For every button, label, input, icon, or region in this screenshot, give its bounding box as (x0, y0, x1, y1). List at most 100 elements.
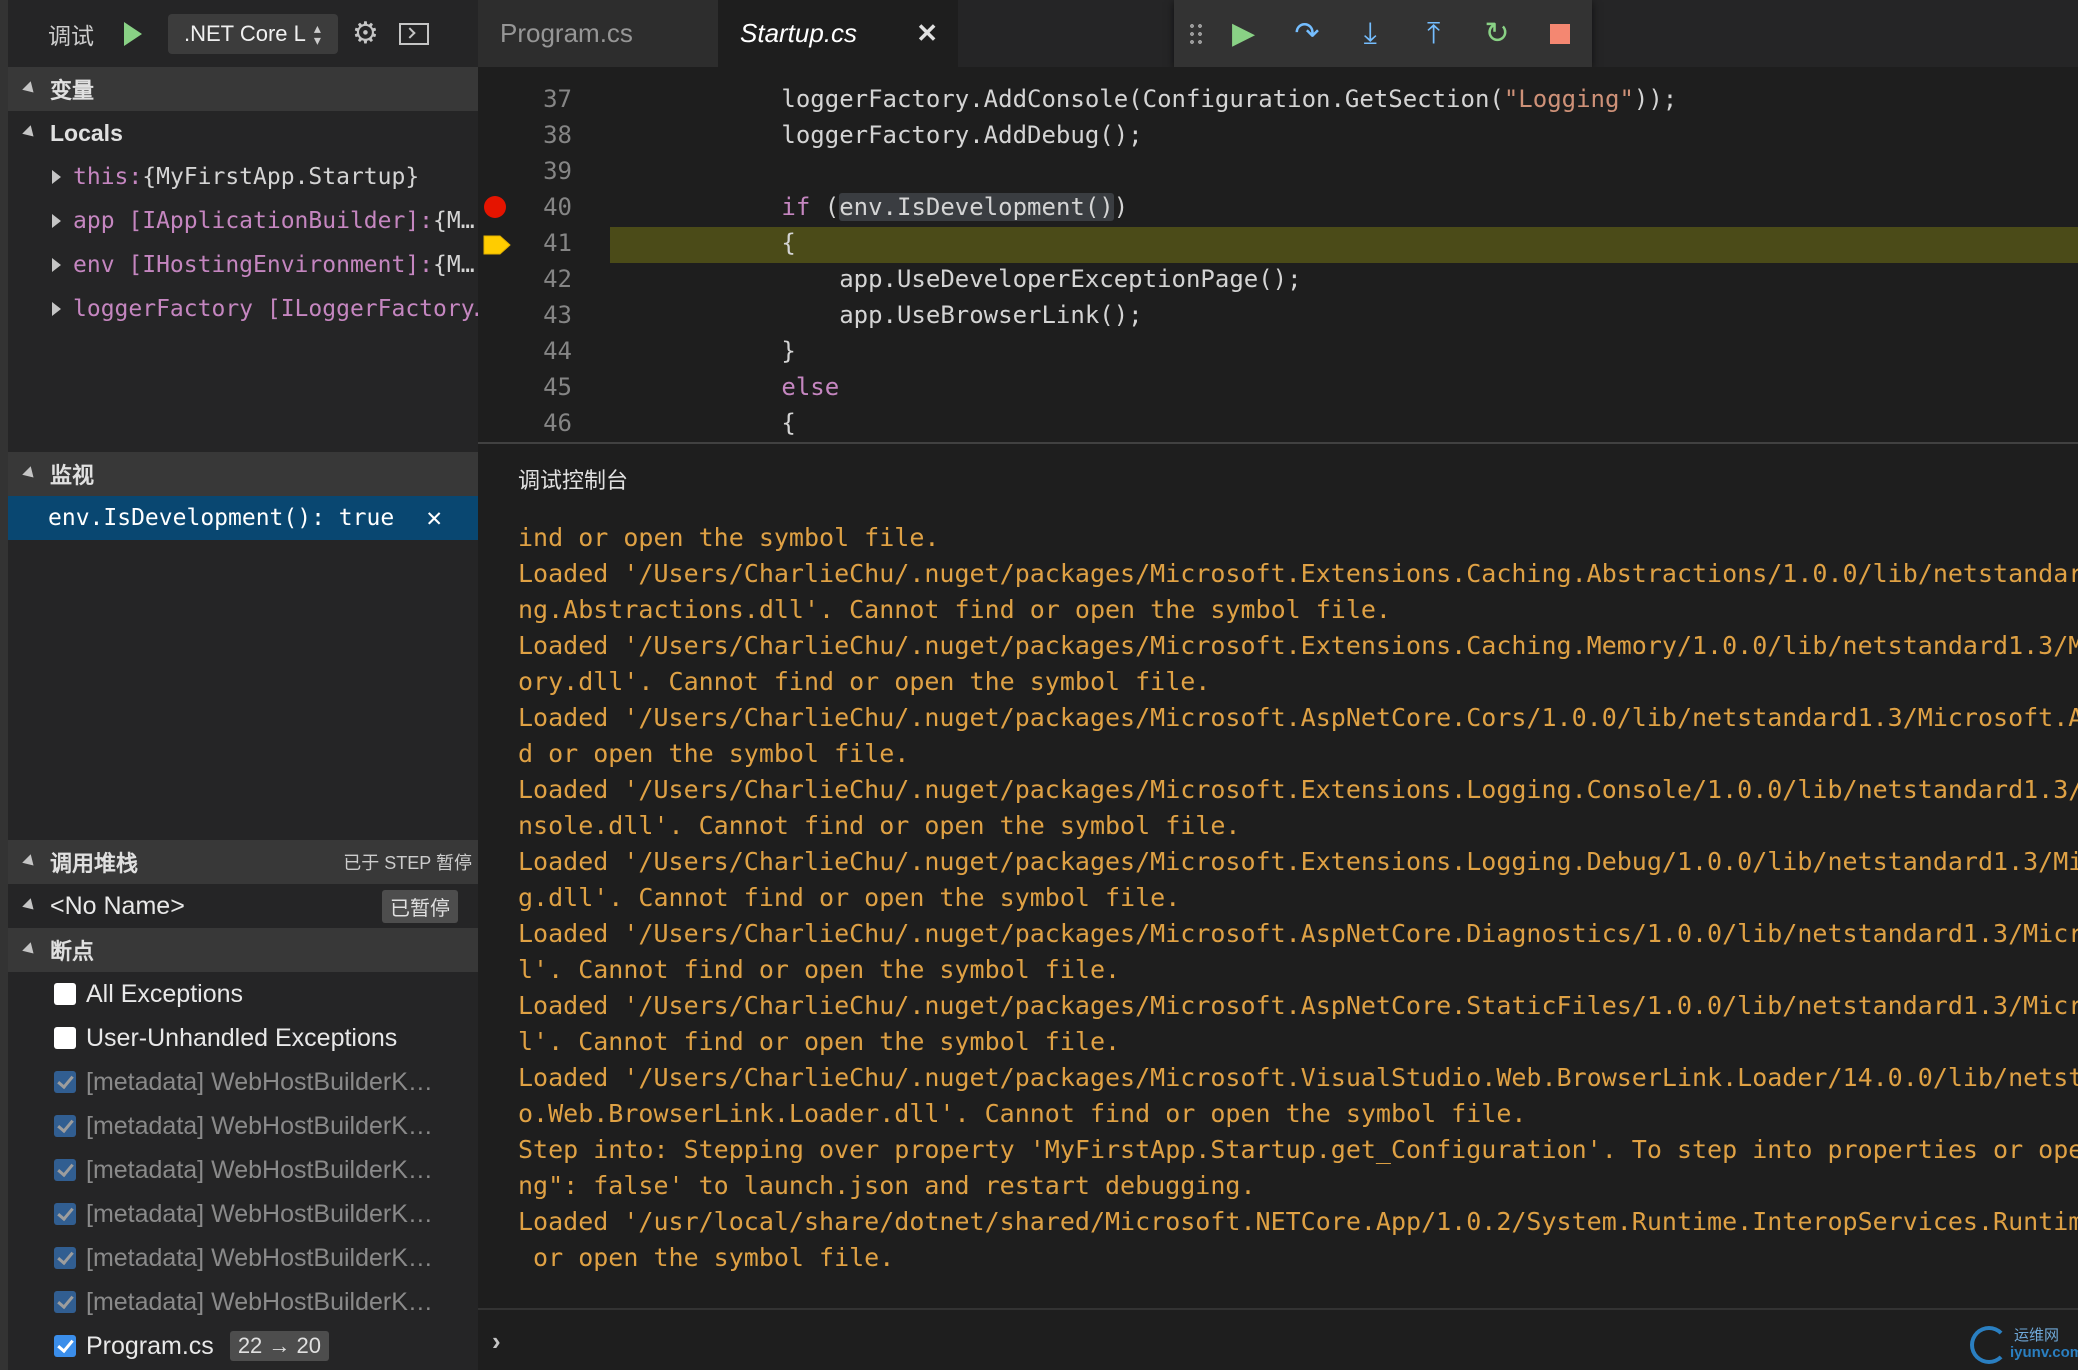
breakpoint-item[interactable]: [metadata] WebHostBuilderK… (8, 1236, 478, 1280)
watch-section-header[interactable]: 监视 (8, 452, 478, 496)
debug-console-title: 调试控制台 (518, 468, 629, 493)
chevron-down-icon (22, 942, 38, 958)
line-number: 46 (543, 409, 572, 437)
code-text: { (608, 229, 795, 257)
watermark-logo: 运维网 iyunv.com (1970, 1322, 2078, 1366)
continue-icon[interactable]: ▶ (1212, 0, 1275, 67)
restart-icon[interactable]: ↻ (1465, 0, 1528, 67)
breakpoint-checkbox[interactable] (54, 1071, 76, 1093)
start-debugging-icon[interactable] (124, 21, 142, 46)
watermark-text-cn: 运维网 (2014, 1327, 2060, 1344)
close-tab-icon[interactable]: ✕ (916, 18, 938, 49)
stop-button[interactable] (1529, 0, 1592, 67)
drag-handle-icon[interactable] (1188, 21, 1202, 46)
breakpoint-item[interactable]: [metadata] WebHostBuilderK… (8, 1060, 478, 1104)
activity-bar-strip (0, 0, 8, 1370)
code-line: 46 { (478, 405, 2078, 441)
line-number: 38 (543, 121, 572, 149)
breakpoint-checkbox[interactable] (54, 1159, 76, 1181)
console-line: Step into: Stepping over property 'MyFir… (518, 1135, 2078, 1164)
console-line: Loaded '/Users/CharlieChu/.nuget/package… (518, 919, 2078, 948)
tab-program-cs[interactable]: Program.cs (478, 0, 718, 67)
console-line: ind or open the symbol file. (518, 523, 940, 552)
code-line: 42 app.UseDeveloperExceptionPage(); (478, 261, 2078, 297)
breakpoint-item[interactable]: User-Unhandled Exceptions (8, 1016, 478, 1060)
code-token: env.IsDevelopment() (839, 193, 1114, 221)
step-out-icon[interactable]: ⤒ (1402, 0, 1465, 67)
variable-item[interactable]: this: {MyFirstApp.Startup} (8, 155, 478, 199)
breakpoints-section-header[interactable]: 断点 (8, 928, 478, 972)
console-line: Loaded '/Users/CharlieChu/.nuget/package… (518, 847, 2078, 876)
variable-item[interactable]: env [IHostingEnvironment]: {M… (8, 243, 478, 287)
breakpoint-item[interactable]: [metadata] WebHostBuilderK… (8, 1280, 478, 1324)
debug-controls-toolbar: ▶ ↷ ⤓ ⤒ ↻ (1174, 0, 1592, 67)
chevron-down-icon (22, 898, 38, 914)
remove-watch-icon[interactable]: ✕ (426, 503, 442, 533)
paused-badge: 已暂停 (382, 889, 458, 923)
watermark-text-domain: iyunv.com (2010, 1344, 2078, 1361)
breakpoint-checkbox[interactable] (54, 1335, 76, 1357)
code-token: )); (1633, 85, 1678, 113)
variable-item[interactable]: loggerFactory [ILoggerFactory… (8, 287, 478, 331)
debug-console-output[interactable]: ind or open the symbol file. Loaded '/Use… (478, 514, 2078, 1308)
tab-label: Program.cs (500, 18, 633, 48)
breakpoint-item[interactable]: [metadata] WebHostBuilderK… (8, 1148, 478, 1192)
breakpoint-label: [metadata] WebHostBuilderK… (86, 1111, 433, 1140)
debug-console-input[interactable]: › (478, 1308, 2078, 1370)
breakpoint-label: All Exceptions (86, 979, 244, 1008)
locals-label: Locals (50, 119, 123, 146)
breakpoints-section-title: 断点 (50, 939, 95, 964)
callstack-section-header[interactable]: 调用堆栈 已于 STEP 暂停 (8, 840, 478, 884)
variables-section-header[interactable]: 变量 (8, 67, 478, 111)
tab-startup-cs[interactable]: Startup.cs ✕ (718, 0, 958, 67)
code-text: loggerFactory.AddConsole(Configuration.G… (608, 85, 1677, 113)
code-text: { (608, 409, 795, 437)
debug-console-header: 调试控制台 (478, 442, 2078, 514)
launch-config-name: .NET Core L (184, 20, 306, 46)
console-line: l'. Cannot find or open the symbol file. (518, 1027, 1121, 1056)
variable-name: env [IHostingEnvironment]: (73, 252, 434, 278)
breakpoint-item[interactable]: Program.cs 22 → 20 (8, 1324, 478, 1368)
chevron-down-icon (22, 466, 38, 482)
variable-value: {MyFirstApp.Startup} (142, 164, 420, 190)
locals-scope[interactable]: Locals (8, 111, 478, 155)
breakpoint-checkbox[interactable] (54, 1291, 76, 1313)
breakpoint-checkbox[interactable] (54, 1115, 76, 1137)
breakpoint-icon[interactable] (484, 196, 506, 218)
console-line: ory.dll'. Cannot find or open the symbol… (518, 667, 1211, 696)
chevron-down-icon (22, 125, 38, 141)
breakpoint-label: [metadata] WebHostBuilderK… (86, 1243, 433, 1272)
breakpoint-item[interactable]: [metadata] WebHostBuilderK… (8, 1104, 478, 1148)
code-text: } (608, 337, 795, 365)
console-prompt-icon: › (492, 1326, 501, 1356)
variable-item[interactable]: app [IApplicationBuilder]: {M… (8, 199, 478, 243)
watch-expression[interactable]: env.IsDevelopment(): true ✕ (8, 496, 478, 540)
step-into-icon[interactable]: ⤓ (1339, 0, 1402, 67)
callstack-thread[interactable]: <No Name> 已暂停 (8, 884, 478, 928)
console-line: Loaded '/Users/CharlieChu/.nuget/package… (518, 703, 2078, 732)
console-line: Loaded '/Users/CharlieChu/.nuget/package… (518, 775, 2078, 804)
breakpoint-item[interactable]: All Exceptions (8, 972, 478, 1016)
breakpoint-checkbox[interactable] (54, 1247, 76, 1269)
gear-icon[interactable]: ⚙ (352, 16, 379, 51)
console-line: Loaded '/Users/CharlieChu/.nuget/package… (518, 559, 2078, 588)
breakpoint-item[interactable]: [metadata] WebHostBuilderK… (8, 1192, 478, 1236)
variables-section-title: 变量 (50, 78, 95, 103)
launch-config-select[interactable]: .NET Core L ▴ ▾ (168, 13, 338, 54)
console-line: g.dll'. Cannot find or open the symbol f… (518, 883, 1181, 912)
breakpoint-checkbox[interactable] (54, 983, 76, 1005)
breakpoint-checkbox[interactable] (54, 1203, 76, 1225)
chevron-right-icon (52, 214, 61, 228)
step-over-icon[interactable]: ↷ (1275, 0, 1338, 67)
line-number: 42 (543, 265, 572, 293)
chevron-down-icon (22, 81, 38, 97)
breakpoint-checkbox[interactable] (54, 1027, 76, 1049)
console-line: o.Web.BrowserLink.Loader.dll'. Cannot fi… (518, 1099, 1527, 1128)
debug-console-icon[interactable] (398, 22, 429, 45)
code-text: app.UseDeveloperExceptionPage(); (608, 265, 1301, 293)
console-line: Loaded '/Users/CharlieChu/.nuget/package… (518, 991, 2078, 1020)
callstack-status: 已于 STEP 暂停 (343, 853, 472, 873)
console-line: Loaded '/Users/CharlieChu/.nuget/package… (518, 1063, 2078, 1092)
code-line: 40 if (env.IsDevelopment()) (478, 189, 2078, 225)
